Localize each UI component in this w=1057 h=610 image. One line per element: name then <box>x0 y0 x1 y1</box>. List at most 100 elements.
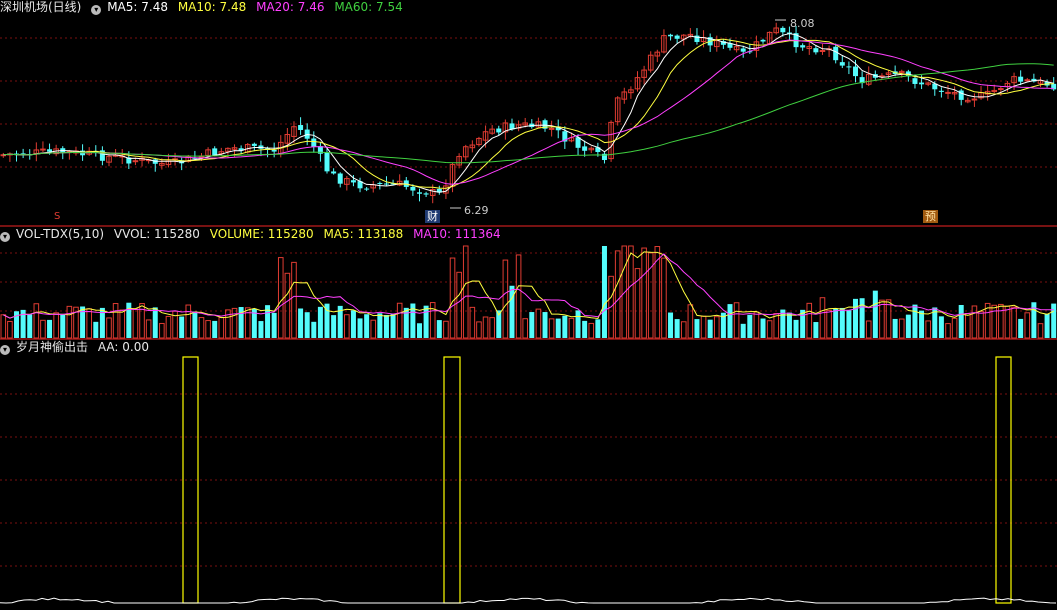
volume-bar <box>766 320 773 339</box>
volume-bar <box>449 257 456 339</box>
volume-bar <box>357 318 363 338</box>
volume-bar <box>476 321 482 339</box>
volume-bar <box>277 257 284 339</box>
volume-bar <box>502 259 509 339</box>
volume-bar <box>839 307 845 338</box>
volume-bar <box>601 246 607 338</box>
chevron-down-icon[interactable]: ▾ <box>0 232 10 242</box>
volume-bar <box>965 312 971 339</box>
volume-bar <box>938 316 944 338</box>
volume-bar <box>668 312 674 338</box>
volume-bar <box>793 319 799 338</box>
volume-bar <box>509 285 515 338</box>
volume-bar <box>40 319 46 339</box>
volume-bar <box>806 302 813 339</box>
volume-panel <box>0 245 1057 339</box>
candle-body <box>47 149 53 152</box>
signal-spike <box>995 356 1012 604</box>
high-price-label: 8.08 <box>790 17 815 30</box>
candle-body <box>377 182 383 184</box>
volume-bar <box>145 319 152 339</box>
candle-body <box>40 148 46 151</box>
marker-cai[interactable]: 财 <box>425 210 440 223</box>
candle-body <box>410 186 416 191</box>
candle-body <box>383 183 389 185</box>
candle-body <box>780 27 786 33</box>
stock-title[interactable]: 深圳机场(日线) <box>0 0 81 14</box>
volume-bar <box>304 312 310 338</box>
marker-yu[interactable]: 预 <box>923 210 938 223</box>
volume-bar <box>747 314 753 338</box>
volume-bar <box>912 304 918 338</box>
volume-bar <box>582 320 588 338</box>
volume-bar <box>951 317 958 339</box>
volume-bar <box>258 321 264 338</box>
volume-bar <box>284 272 291 339</box>
candle-body <box>833 46 839 61</box>
price-header: 深圳机场(日线) ▾ MA5: 7.48 MA10: 7.48 MA20: 7.4… <box>0 0 409 15</box>
candle-body <box>582 146 588 151</box>
volume-bar <box>165 315 172 339</box>
volume-bar <box>568 317 575 339</box>
candle-body <box>311 138 317 147</box>
volume-bar <box>1044 313 1050 338</box>
volume-bar <box>396 302 403 339</box>
volume-bar <box>331 315 337 338</box>
volume-bar <box>159 322 165 339</box>
chart-canvas[interactable] <box>0 0 1057 610</box>
volume-bar <box>271 312 277 338</box>
volume-bar <box>641 247 647 339</box>
candle-body <box>298 125 304 130</box>
volume-bar <box>7 320 13 339</box>
indicator-title[interactable]: 岁月神偷出击 <box>16 340 88 354</box>
volume-bar <box>786 312 792 338</box>
ma20-line <box>3 39 1054 185</box>
volume-bar <box>1037 323 1044 339</box>
volume-bar <box>106 317 112 339</box>
volume-bar <box>390 313 396 338</box>
volume-bar <box>919 310 925 338</box>
volume-bar <box>872 290 878 338</box>
candle-body <box>853 66 859 77</box>
volume-label: VOLUME: 115280 <box>209 227 314 241</box>
volume-bar <box>112 303 119 339</box>
volume-bar <box>991 304 998 339</box>
volume-bar <box>694 319 700 338</box>
volume-bar <box>898 318 905 339</box>
volume-bar <box>595 319 601 338</box>
volume-bar <box>865 320 872 339</box>
volume-bar <box>846 310 852 338</box>
volume-bar <box>218 316 225 339</box>
indicator-baseline <box>0 597 1057 604</box>
volume-bar <box>482 316 489 339</box>
volume-bar <box>489 317 495 339</box>
volume-bar <box>1051 303 1057 338</box>
candle-body <box>674 35 680 39</box>
volume-bar <box>628 245 634 339</box>
volume-bar <box>152 307 158 338</box>
chevron-down-icon[interactable]: ▾ <box>0 345 10 355</box>
marker-s[interactable]: S <box>52 210 62 223</box>
volume-bar <box>469 306 476 339</box>
volume-bar <box>443 320 449 339</box>
candle-body <box>846 66 852 68</box>
ma20-label: MA20: 7.46 <box>256 0 325 14</box>
volume-bar <box>0 314 7 339</box>
candle-body <box>496 128 502 133</box>
ma60-label: MA60: 7.54 <box>334 0 403 14</box>
volume-bar <box>925 320 931 339</box>
volume-bar <box>231 307 238 339</box>
stock-chart-window: 深圳机场(日线) ▾ MA5: 7.48 MA10: 7.48 MA20: 7.4… <box>0 0 1057 610</box>
volume-bar <box>998 303 1004 339</box>
volume-bar <box>813 322 819 338</box>
vol-title[interactable]: VOL-TDX(5,10) <box>16 227 104 241</box>
chevron-down-icon[interactable]: ▾ <box>91 5 102 15</box>
volume-bar <box>1018 318 1024 338</box>
volume-bar <box>575 310 581 338</box>
volume-bar <box>132 308 139 339</box>
volume-bar <box>47 319 53 338</box>
volume-bar <box>198 317 205 339</box>
volume-header: ▾ VOL-TDX(5,10) VVOL: 115280 VOLUME: 1152… <box>0 227 507 242</box>
candle-body <box>760 39 766 42</box>
volume-bar <box>529 312 535 338</box>
